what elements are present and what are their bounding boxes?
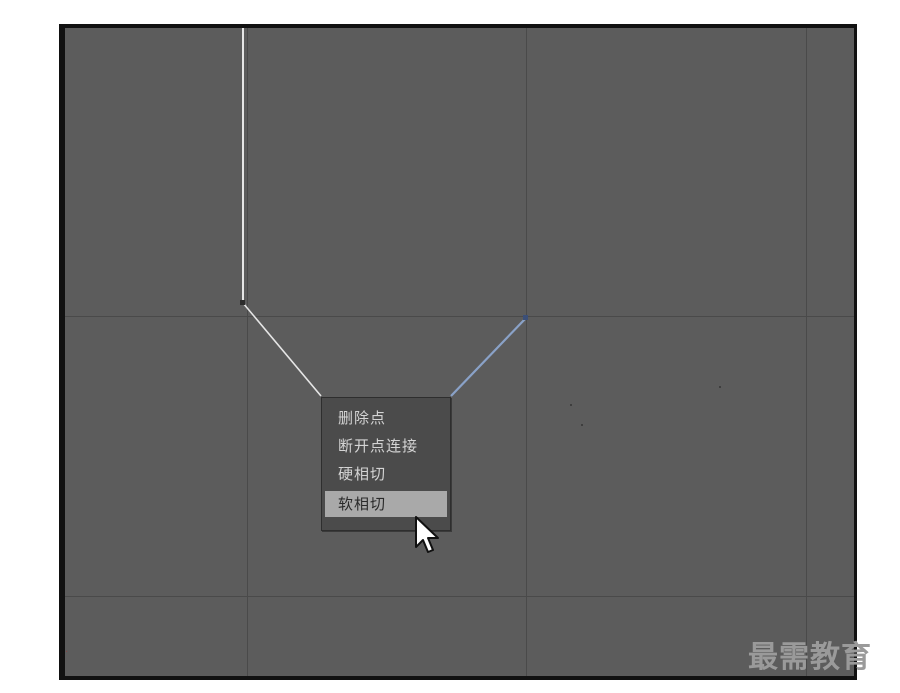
- context-menu: 删除点 断开点连接 硬相切 软相切: [321, 397, 451, 531]
- arrow-cursor-icon: [415, 516, 439, 553]
- viewport-dot: [581, 424, 583, 426]
- viewport-dot: [719, 386, 721, 388]
- spline-vertex[interactable]: [240, 300, 245, 305]
- menu-item-delete-point[interactable]: 删除点: [325, 405, 447, 431]
- spline-segment-left-diagonal[interactable]: [242, 302, 322, 397]
- screenshot-stage: 删除点 断开点连接 硬相切 软相切 · 最需教育: [0, 0, 900, 693]
- spline-vertex-selected[interactable]: [523, 315, 528, 320]
- viewport-dot: [570, 404, 572, 406]
- spline-segment-right-diagonal[interactable]: [450, 317, 527, 397]
- menu-item-soft-tangent[interactable]: 软相切: [325, 491, 447, 517]
- spline-canvas: [240, 28, 528, 397]
- watermark-text: 最需教育: [748, 640, 872, 675]
- 3d-viewport[interactable]: [65, 28, 854, 676]
- corner-marker: ·: [65, 647, 69, 658]
- menu-item-break-point-connection[interactable]: 断开点连接: [325, 433, 447, 459]
- menu-item-hard-tangent[interactable]: 硬相切: [325, 461, 447, 487]
